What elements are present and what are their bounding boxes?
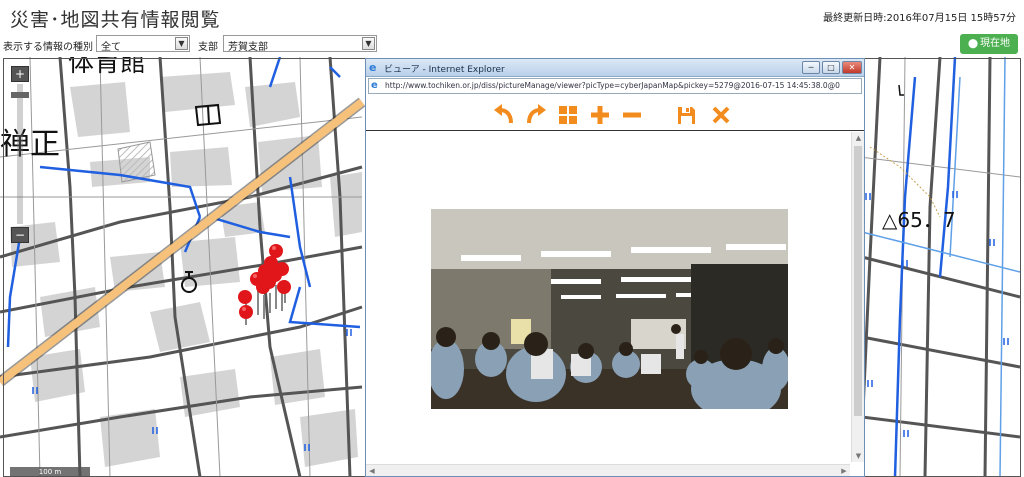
url-text: http://www.tochiken.or.jp/diss/pictureMa… xyxy=(385,81,840,90)
branch-value: 芳賀支部 xyxy=(228,42,268,53)
info-type-label: 表示する情報の種別 xyxy=(3,42,93,53)
grid-icon[interactable] xyxy=(556,103,580,127)
map-label-elevation: △65．7 xyxy=(882,208,956,232)
viewer-toolbar xyxy=(366,99,864,131)
window-close-button[interactable]: ✕ xyxy=(842,61,862,74)
scrollbar-thumb[interactable] xyxy=(854,146,862,416)
info-type-select[interactable]: 全て ▼ xyxy=(96,35,190,53)
filter-bar: 表示する情報の種別 全て ▼ 支部 芳賀支部 ▼ ⬤ 現在地 xyxy=(0,32,1024,56)
viewer-window: e ビューア - Internet Explorer ─ □ ✕ e http:… xyxy=(365,58,865,477)
internet-explorer-icon: e xyxy=(371,80,378,91)
zoom-slider-thumb[interactable] xyxy=(11,92,29,98)
save-icon[interactable] xyxy=(674,103,698,127)
current-location-button[interactable]: ⬤ 現在地 xyxy=(960,34,1018,54)
scale-bar: 100 m xyxy=(10,467,90,477)
zoom-control: + − xyxy=(11,66,29,246)
page-title: 災害･地図共有情報閲覧 xyxy=(10,9,221,31)
scroll-left-icon[interactable]: ◀ xyxy=(366,465,378,477)
app-root: 災害･地図共有情報閲覧 最終更新日時:2016年07月15日 15時57分 表示… xyxy=(0,0,1024,477)
zoom-out-button[interactable]: − xyxy=(11,227,29,243)
branch-label: 支部 xyxy=(198,42,218,53)
window-title: ビューア - Internet Explorer xyxy=(384,65,505,75)
rotate-left-icon[interactable] xyxy=(492,103,516,127)
chevron-down-icon: ▼ xyxy=(362,37,375,50)
zoom-slider[interactable] xyxy=(17,84,23,224)
scroll-up-icon[interactable]: ▲ xyxy=(852,132,865,144)
zoom-in-icon[interactable] xyxy=(588,103,612,127)
vertical-scrollbar[interactable]: ▲ ▼ xyxy=(851,132,864,462)
header: 災害･地図共有情報閲覧 最終更新日時:2016年07月15日 15時57分 xyxy=(0,0,1024,32)
horizontal-scrollbar[interactable]: ◀ ▶ xyxy=(366,464,850,476)
meeting-photo[interactable] xyxy=(431,209,788,409)
zoom-out-icon[interactable] xyxy=(620,103,644,127)
window-titlebar[interactable]: e ビューア - Internet Explorer ─ □ ✕ xyxy=(366,59,864,77)
zoom-in-button[interactable]: + xyxy=(11,66,29,82)
branch-select[interactable]: 芳賀支部 ▼ xyxy=(223,35,377,53)
chevron-down-icon: ▼ xyxy=(175,37,188,50)
rotate-right-icon[interactable] xyxy=(524,103,548,127)
info-type-value: 全て xyxy=(101,42,121,53)
scroll-down-icon[interactable]: ▼ xyxy=(852,450,865,462)
address-bar[interactable]: e http://www.tochiken.or.jp/diss/picture… xyxy=(368,78,862,94)
map-area[interactable]: 体育館 禅正 △65．7 + − 100 m e ビューア - Internet… xyxy=(0,57,1024,477)
viewer-content xyxy=(366,132,850,476)
map-label-zen: 禅正 xyxy=(0,127,60,162)
maximize-button[interactable]: □ xyxy=(822,61,840,74)
last-updated-timestamp: 最終更新日時:2016年07月15日 15時57分 xyxy=(823,13,1016,24)
minimize-button[interactable]: ─ xyxy=(802,61,820,74)
close-icon[interactable] xyxy=(709,103,733,127)
map-label-gymnasium: 体育館 xyxy=(68,57,146,78)
scroll-right-icon[interactable]: ▶ xyxy=(838,465,850,477)
map-pin-icon: ⬤ xyxy=(967,39,979,49)
current-location-label: 現在地 xyxy=(980,38,1011,49)
internet-explorer-icon: e xyxy=(369,61,377,74)
